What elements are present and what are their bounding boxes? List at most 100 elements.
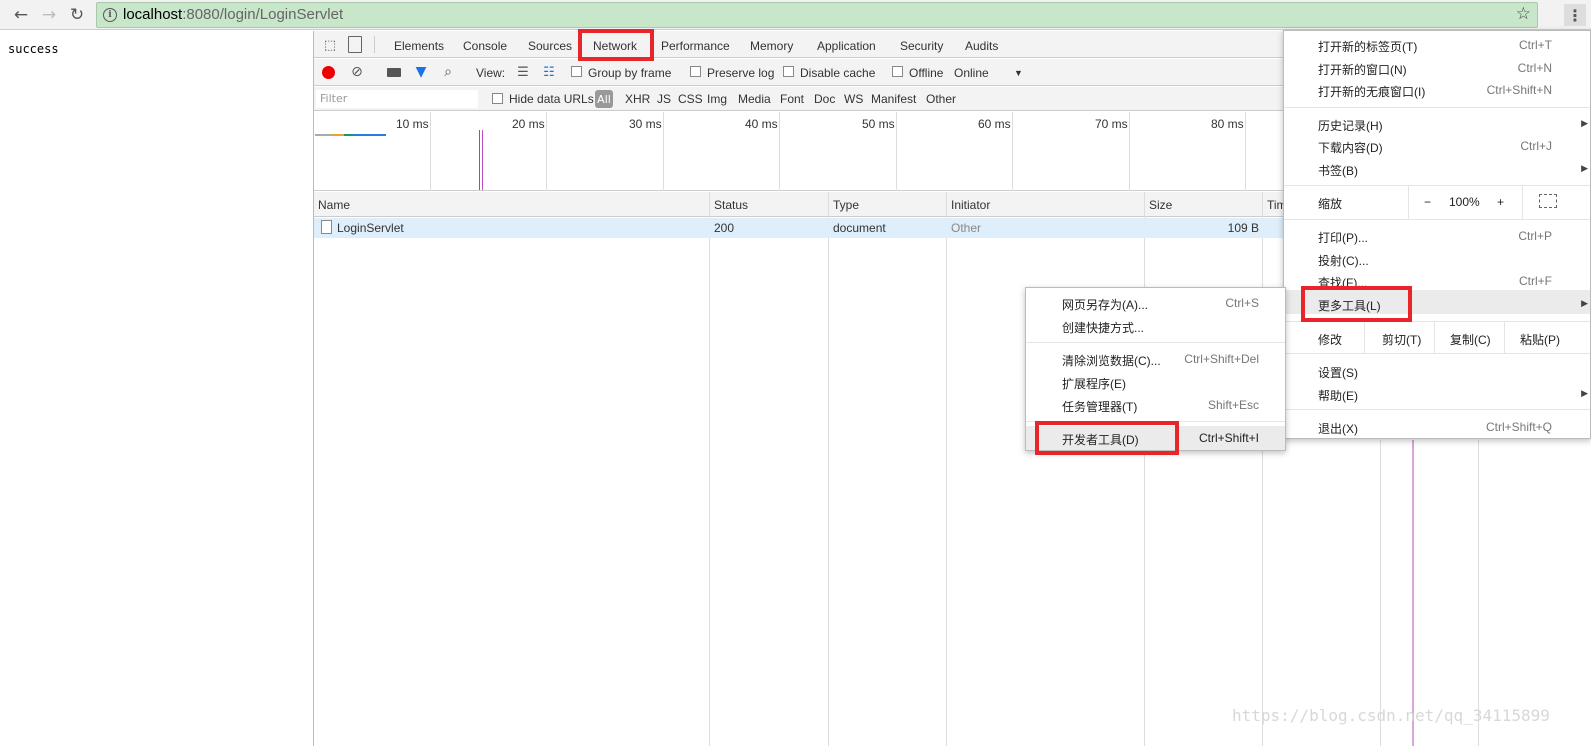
document-icon — [321, 220, 332, 234]
menu-history[interactable]: 历史记录(H) — [1318, 117, 1383, 134]
row-name[interactable]: LoginServlet — [337, 221, 404, 235]
reload-icon[interactable]: ↻ — [66, 4, 88, 26]
throttle-select[interactable]: Online — [954, 66, 989, 80]
info-icon[interactable]: i — [103, 8, 117, 22]
menu-task-manager[interactable]: 任务管理器(T) — [1062, 398, 1137, 415]
device-toolbar-icon[interactable] — [348, 36, 362, 53]
menu-kebab-icon[interactable]: ⋮ — [1564, 4, 1586, 26]
menu-incognito[interactable]: 打开新的无痕窗口(I) — [1318, 83, 1425, 100]
menu-print[interactable]: 打印(P)... — [1318, 229, 1368, 246]
tab-security[interactable]: Security — [900, 39, 943, 53]
menu-copy[interactable]: 复制(C) — [1450, 331, 1491, 348]
timeline-tick: 60 ms — [978, 117, 1011, 131]
column-size[interactable]: Size — [1149, 198, 1172, 212]
tab-memory[interactable]: Memory — [750, 39, 793, 53]
filter-type-all[interactable]: All — [595, 90, 613, 108]
url-text[interactable]: localhost:8080/login/LoginServlet — [123, 6, 343, 23]
menu-extensions[interactable]: 扩展程序(E) — [1062, 375, 1126, 392]
menu-new-window[interactable]: 打开新的窗口(N) — [1318, 61, 1407, 78]
timeline-tick: 40 ms — [745, 117, 778, 131]
search-icon[interactable]: ⌕ — [440, 63, 456, 81]
column-initiator[interactable]: Initiator — [951, 198, 990, 212]
submenu-arrow-icon: ▶ — [1581, 164, 1588, 174]
timeline-tick: 50 ms — [862, 117, 895, 131]
shortcut-new-window: Ctrl+N — [1517, 61, 1552, 75]
filter-type-img[interactable]: Img — [707, 92, 727, 106]
column-name[interactable]: Name — [318, 198, 350, 212]
fullscreen-icon[interactable] — [1539, 194, 1557, 208]
column-type[interactable]: Type — [833, 198, 859, 212]
load-event-marker — [482, 130, 483, 190]
zoom-out-button[interactable]: − — [1424, 195, 1431, 209]
filter-type-css[interactable]: CSS — [678, 92, 703, 106]
bookmark-star-icon[interactable]: ☆ — [1516, 4, 1531, 24]
timeline-gridline — [430, 112, 431, 191]
forward-arrow-icon[interactable]: → — [38, 4, 60, 26]
address-bar[interactable]: i localhost:8080/login/LoginServlet ☆ — [96, 2, 1538, 28]
row-initiator: Other — [951, 221, 982, 235]
filter-icon[interactable]: ▼ — [414, 63, 428, 81]
shortcut-exit: Ctrl+Shift+Q — [1485, 420, 1552, 434]
preserve-log-checkbox[interactable] — [690, 66, 701, 77]
shortcut-clear-data: Ctrl+Shift+Del — [1184, 352, 1259, 366]
group-by-frame-checkbox[interactable] — [571, 66, 582, 77]
column-divider — [1262, 192, 1263, 746]
view-label: View: — [476, 66, 506, 80]
tab-performance[interactable]: Performance — [661, 39, 730, 53]
tab-application[interactable]: Application — [817, 39, 876, 53]
filter-type-xhr[interactable]: XHR — [625, 92, 650, 106]
dom-content-loaded-marker — [479, 130, 480, 190]
menu-paste[interactable]: 粘贴(P) — [1520, 331, 1560, 348]
offline-label: Offline — [909, 66, 944, 80]
column-divider — [946, 192, 947, 746]
menu-bookmarks[interactable]: 书签(B) — [1318, 162, 1358, 179]
tab-elements[interactable]: Elements — [394, 39, 444, 53]
column-status[interactable]: Status — [714, 198, 748, 212]
filter-input[interactable]: Filter — [316, 90, 478, 108]
tab-audits[interactable]: Audits — [965, 39, 998, 53]
shortcut-save-page: Ctrl+S — [1225, 296, 1259, 310]
menu-cut[interactable]: 剪切(T) — [1382, 331, 1421, 348]
menu-exit[interactable]: 退出(X) — [1318, 420, 1358, 437]
timeline-tick: 10 ms — [396, 117, 429, 131]
menu-clear-data[interactable]: 清除浏览数据(C)... — [1062, 352, 1161, 369]
waterfall-icon[interactable]: ☷ — [541, 64, 557, 80]
clear-icon[interactable]: ⊘ — [350, 64, 364, 80]
tab-sources[interactable]: Sources — [528, 39, 572, 53]
disable-cache-checkbox[interactable] — [783, 66, 794, 77]
shortcut-new-tab: Ctrl+T — [1519, 38, 1552, 52]
zoom-level: 100% — [1449, 195, 1480, 209]
tab-console[interactable]: Console — [463, 39, 507, 53]
menu-help[interactable]: 帮助(E) — [1318, 387, 1358, 404]
filter-type-ws[interactable]: WS — [844, 92, 863, 106]
filter-type-js[interactable]: JS — [657, 92, 671, 106]
menu-new-tab[interactable]: 打开新的标签页(T) — [1318, 38, 1417, 55]
offline-checkbox[interactable] — [892, 66, 903, 77]
large-rows-icon[interactable]: ☰ — [515, 64, 531, 80]
hide-data-urls-checkbox[interactable] — [492, 93, 503, 104]
more-tools-highlight — [1301, 286, 1412, 322]
camera-icon[interactable] — [387, 68, 401, 77]
shortcut-print: Ctrl+P — [1518, 229, 1552, 243]
timeline-gridline — [1012, 112, 1013, 191]
timeline-tick: 30 ms — [629, 117, 662, 131]
menu-save-page[interactable]: 网页另存为(A)... — [1062, 296, 1148, 313]
menu-create-shortcut[interactable]: 创建快捷方式... — [1062, 319, 1144, 336]
filter-type-other[interactable]: Other — [926, 92, 956, 106]
column-divider — [1478, 440, 1479, 746]
inspect-element-icon[interactable]: ⬚ — [322, 37, 338, 53]
menu-downloads[interactable]: 下载内容(D) — [1318, 139, 1383, 156]
record-icon[interactable] — [322, 66, 335, 79]
menu-divider — [1284, 185, 1590, 186]
filter-type-font[interactable]: Font — [780, 92, 804, 106]
menu-divider — [1522, 185, 1523, 219]
menu-cast[interactable]: 投射(C)... — [1318, 252, 1369, 269]
back-arrow-icon[interactable]: ← — [10, 4, 32, 26]
filter-type-manifest[interactable]: Manifest — [871, 92, 916, 106]
menu-settings[interactable]: 设置(S) — [1318, 364, 1358, 381]
zoom-in-button[interactable]: + — [1497, 195, 1504, 209]
filter-type-media[interactable]: Media — [738, 92, 771, 106]
filter-type-doc[interactable]: Doc — [814, 92, 835, 106]
chevron-down-icon[interactable]: ▼ — [1014, 68, 1023, 78]
menu-divider — [1284, 409, 1590, 410]
